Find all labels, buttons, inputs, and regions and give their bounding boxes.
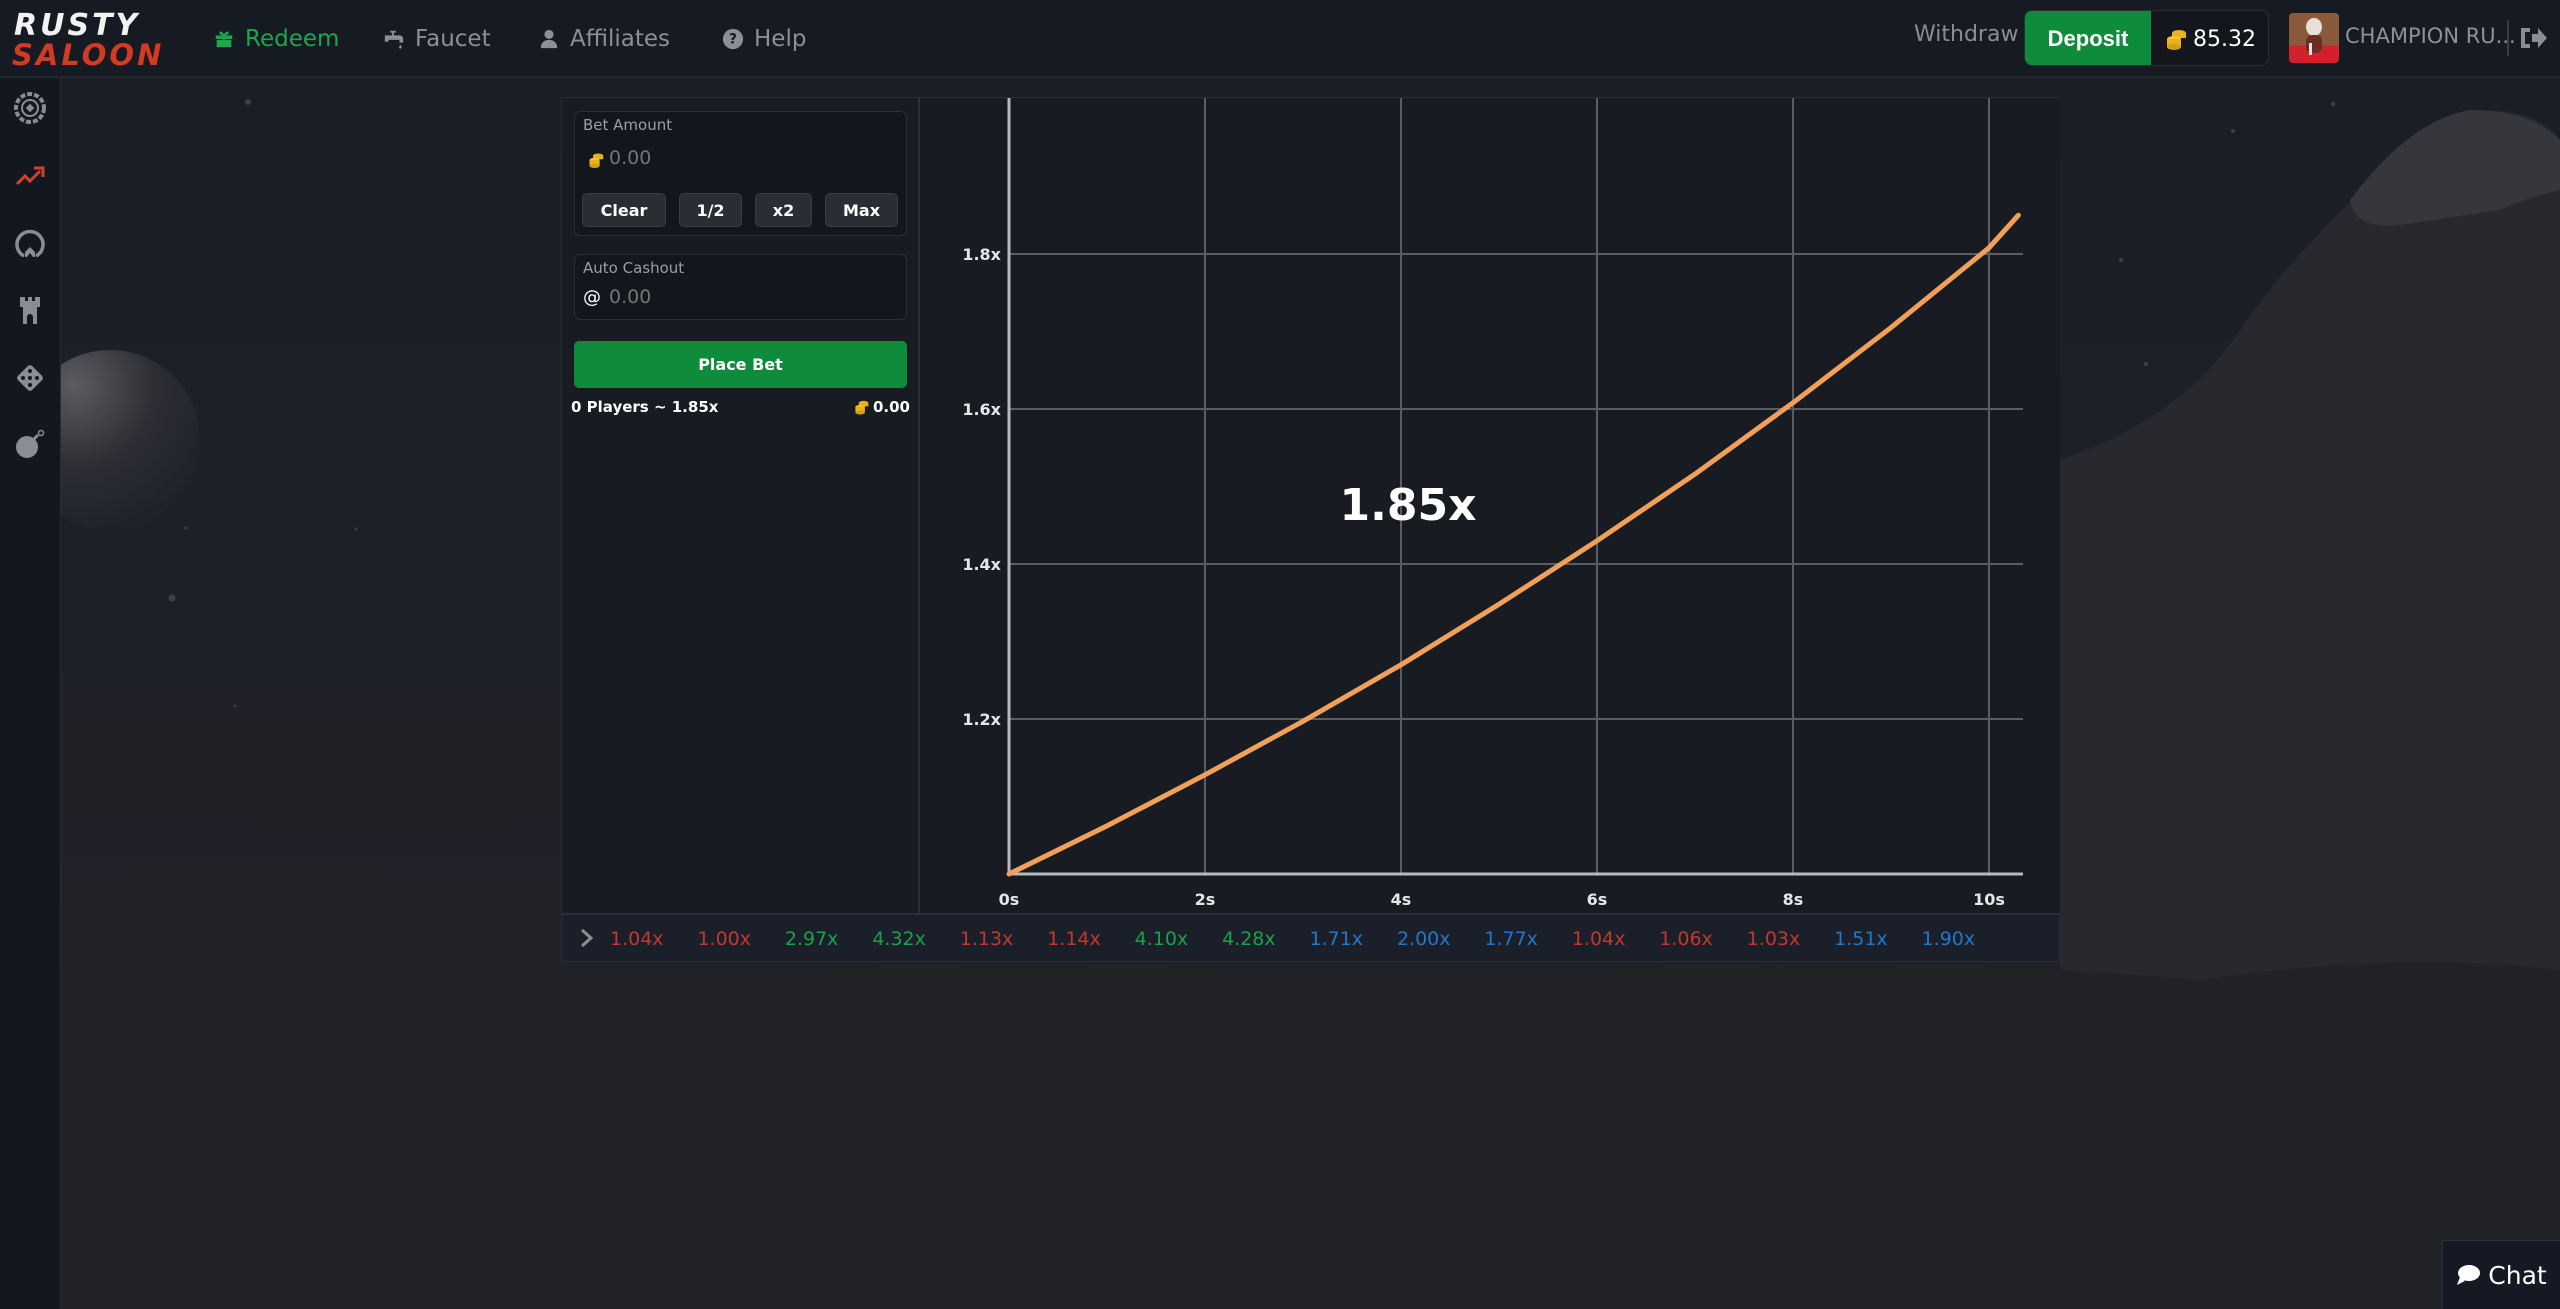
history-multiplier[interactable]: 1.03x: [1747, 928, 1801, 950]
nav-help[interactable]: ? Help: [722, 22, 806, 56]
history-multiplier[interactable]: 1.04x: [1572, 928, 1626, 950]
players-summary: 0 Players ~ 1.85x: [571, 398, 719, 416]
pot-total-value: 0.00: [872, 398, 910, 416]
castle-tower-icon[interactable]: [14, 294, 46, 326]
y-tick-label: 1.8x: [962, 245, 1001, 264]
x-tick-label: 8s: [1783, 890, 1804, 909]
svg-text:?: ?: [729, 32, 737, 48]
roulette-wheel-icon[interactable]: [14, 92, 46, 124]
deposit-button[interactable]: Deposit: [2025, 11, 2151, 65]
bet-amount-label: Bet Amount: [583, 116, 673, 134]
gift-icon: [215, 31, 233, 48]
history-multiplier[interactable]: 1.13x: [960, 928, 1014, 950]
place-bet-button[interactable]: Place Bet: [574, 341, 907, 388]
x-tick-label: 6s: [1587, 890, 1608, 909]
crash-chart: 0s 2s 4s 6s 8s 10s 1.2x 1.4x 1.6x 1.8x 1.85x: [920, 98, 2060, 913]
x-tick-label: 2s: [1195, 890, 1216, 909]
double-button[interactable]: x2: [755, 193, 812, 227]
game-sidebar: [0, 78, 61, 1309]
max-button[interactable]: Max: [825, 193, 898, 227]
coins-icon: [589, 153, 604, 168]
crash-game-panel: Bet Amount Clear 1/2 x2 Max Auto Cashout…: [561, 97, 2060, 962]
auto-cashout-input[interactable]: [609, 286, 889, 308]
history-multiplier[interactable]: 2.00x: [1397, 928, 1451, 950]
bomb-icon[interactable]: [14, 428, 46, 460]
avatar-dog-image: [2306, 18, 2322, 55]
header-divider: [2507, 20, 2509, 56]
multiplier-curve: [1006, 212, 2021, 877]
chat-button[interactable]: Chat: [2442, 1240, 2560, 1309]
half-button[interactable]: 1/2: [679, 193, 742, 227]
history-multiplier[interactable]: 4.10x: [1135, 928, 1189, 950]
logo-line-2: SALOON: [12, 38, 165, 72]
nav-affiliates-label: Affiliates: [570, 26, 670, 52]
username[interactable]: CHAMPION RU...: [2345, 24, 2516, 48]
y-tick-label: 1.6x: [962, 400, 1001, 419]
chat-label: Chat: [2488, 1260, 2547, 1290]
auto-cashout-label: Auto Cashout: [583, 259, 685, 277]
history-multiplier[interactable]: 2.97x: [785, 928, 839, 950]
nav-affiliates[interactable]: Affiliates: [538, 22, 670, 56]
logout-icon[interactable]: [2518, 24, 2548, 52]
chat-bubble-icon: [2457, 1265, 2481, 1285]
auto-cashout-box: Auto Cashout @: [574, 254, 907, 320]
history-multiplier[interactable]: 4.32x: [872, 928, 926, 950]
y-tick-label: 1.4x: [962, 555, 1001, 574]
nav-faucet[interactable]: Faucet: [383, 22, 491, 56]
bet-panel: Bet Amount Clear 1/2 x2 Max Auto Cashout…: [562, 98, 920, 913]
x-tick-label: 10s: [1973, 890, 2005, 909]
history-multiplier[interactable]: 1.06x: [1659, 928, 1713, 950]
top-header: RUSTY SALOON Redeem Faucet Affiliates ? …: [0, 0, 2560, 78]
chevron-right-icon[interactable]: [578, 927, 596, 949]
nav-redeem-label: Redeem: [245, 26, 340, 52]
wheel-icon[interactable]: [14, 228, 46, 260]
dice-icon[interactable]: [14, 362, 46, 394]
site-logo[interactable]: RUSTY SALOON: [12, 8, 162, 72]
crash-chart-svg: 0s 2s 4s 6s 8s 10s 1.2x 1.4x 1.6x 1.8x 1.85x: [962, 98, 2023, 909]
current-multiplier: 1.85x: [1340, 480, 1477, 531]
user-icon: [540, 29, 558, 49]
history-multiplier[interactable]: 1.51x: [1834, 928, 1888, 950]
wallet-group: Deposit 85.32: [2024, 10, 2269, 66]
withdraw-link[interactable]: Withdraw: [1914, 22, 2018, 47]
faucet-icon: [384, 30, 404, 49]
crash-history-bar: 1.04x 1.00x 2.97x 4.32x 1.13x 1.14x 4.10x 4.28x…: [562, 913, 2059, 961]
clear-button[interactable]: Clear: [582, 193, 666, 227]
question-circle-icon: ?: [722, 28, 744, 50]
coins-icon: [855, 400, 869, 415]
history-multiplier[interactable]: 1.00x: [697, 928, 751, 950]
history-multiplier[interactable]: 1.77x: [1484, 928, 1538, 950]
at-symbol: @: [583, 287, 601, 308]
nav-redeem[interactable]: Redeem: [213, 22, 339, 56]
y-tick-label: 1.2x: [962, 710, 1001, 729]
history-multiplier[interactable]: 1.90x: [1922, 928, 1976, 950]
balance-value: 85.32: [2193, 26, 2256, 52]
history-multiplier[interactable]: 1.14x: [1047, 928, 1101, 950]
coins-icon: [2167, 30, 2186, 50]
x-tick-label: 0s: [999, 890, 1020, 909]
balance-display: 85.32: [2165, 11, 2256, 65]
trending-up-icon[interactable]: [14, 160, 46, 192]
history-multiplier[interactable]: 1.04x: [610, 928, 664, 950]
nav-faucet-label: Faucet: [415, 26, 491, 52]
nav-help-label: Help: [754, 26, 807, 52]
x-tick-label: 4s: [1391, 890, 1412, 909]
pot-total: 0.00: [854, 398, 910, 416]
history-multiplier[interactable]: 1.71x: [1310, 928, 1364, 950]
bet-amount-input[interactable]: [609, 147, 889, 169]
history-multiplier[interactable]: 4.28x: [1222, 928, 1276, 950]
bet-amount-box: Bet Amount Clear 1/2 x2 Max: [574, 111, 907, 236]
avatar[interactable]: [2289, 13, 2339, 63]
